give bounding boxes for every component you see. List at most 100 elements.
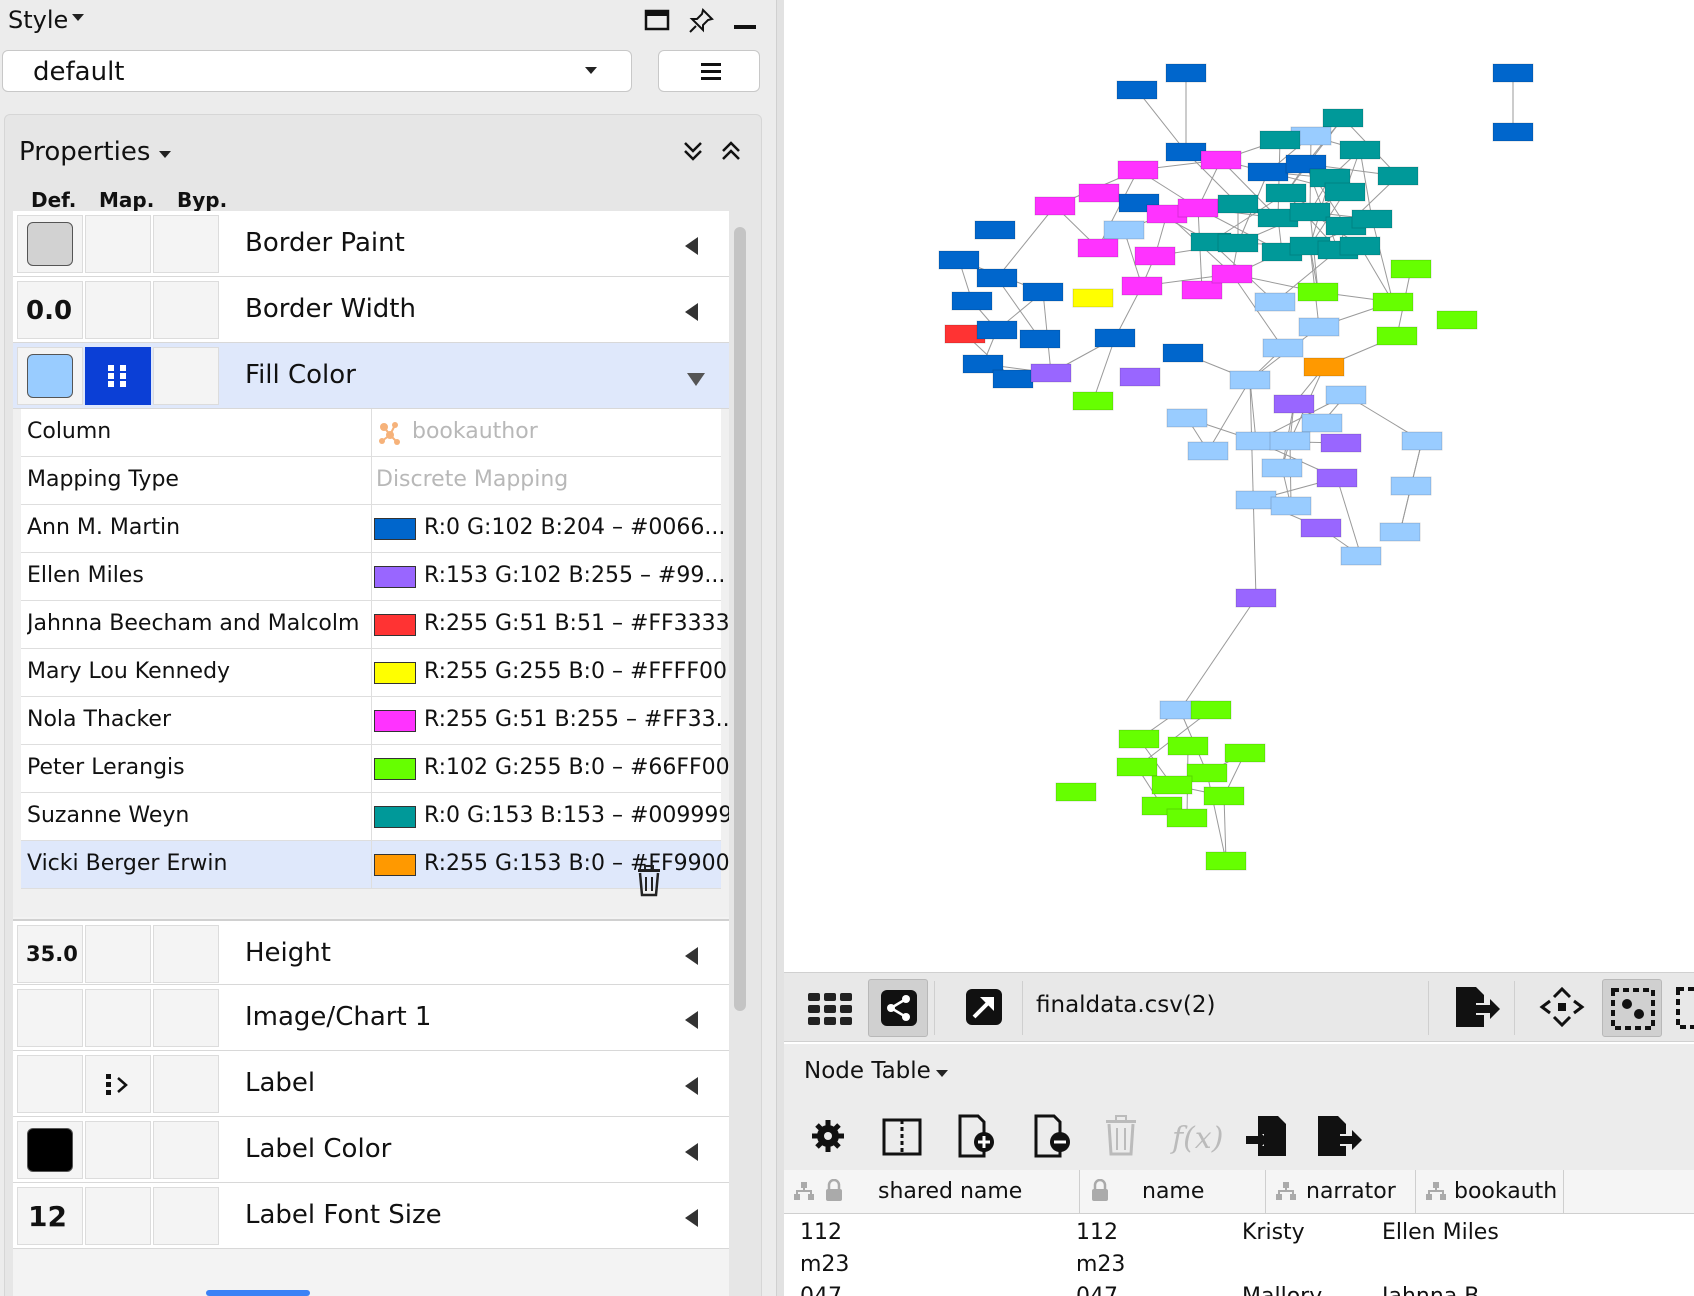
expand-arrow-icon[interactable] <box>685 1143 698 1161</box>
network-node[interactable] <box>1229 370 1271 390</box>
collapse-all-icon[interactable] <box>681 139 705 163</box>
network-node[interactable] <box>1492 63 1534 83</box>
delete-column-button[interactable] <box>1028 1112 1078 1162</box>
network-node[interactable] <box>1034 196 1076 216</box>
property-row-height[interactable]: 35.0 Height <box>13 919 729 985</box>
network-node[interactable] <box>1030 363 1072 383</box>
network-node[interactable] <box>1339 140 1381 160</box>
network-node[interactable] <box>1121 276 1163 296</box>
bypass-cell[interactable] <box>153 1055 219 1113</box>
network-node[interactable] <box>1181 280 1223 300</box>
network-node[interactable] <box>1322 108 1364 128</box>
network-view-button[interactable] <box>868 979 928 1037</box>
network-node[interactable] <box>1166 408 1208 428</box>
network-node[interactable] <box>1265 183 1307 203</box>
network-node[interactable] <box>1301 413 1343 433</box>
network-edge[interactable] <box>1336 477 1362 557</box>
bypass-cell[interactable] <box>153 215 219 273</box>
mapping-entry-value[interactable]: R:255 G:51 B:51 – #FF3333 <box>371 601 729 649</box>
panel-tab-indicator[interactable] <box>206 1290 310 1296</box>
network-node[interactable] <box>1203 786 1245 806</box>
default-value-cell[interactable] <box>17 1121 83 1179</box>
expand-arrow-icon[interactable] <box>685 1011 698 1029</box>
table-cell[interactable]: m23 <box>1076 1252 1125 1277</box>
default-value-cell[interactable]: 12 <box>17 1187 83 1245</box>
network-node[interactable] <box>1151 775 1193 795</box>
mapping-entry-value[interactable]: R:255 G:255 B:0 – #FFFF00 <box>371 649 727 697</box>
network-node[interactable] <box>1377 166 1419 186</box>
network-node[interactable] <box>1269 431 1311 451</box>
minimize-icon[interactable] <box>732 8 758 34</box>
mapping-entry-value[interactable]: R:255 G:51 B:255 – #FF33... <box>371 697 729 745</box>
network-node[interactable] <box>1165 142 1207 162</box>
table-cell[interactable]: m23 <box>800 1252 849 1277</box>
property-row-image-chart[interactable]: Image/Chart 1 <box>13 985 729 1051</box>
mapping-entry-row[interactable]: Jahnna Beecham and Malcolm ... R:255 G:51… <box>21 601 729 649</box>
network-edge[interactable] <box>1179 597 1257 711</box>
network-node[interactable] <box>1217 233 1259 253</box>
network-node[interactable] <box>1055 782 1097 802</box>
network-node[interactable] <box>1224 743 1266 763</box>
network-node[interactable] <box>1324 182 1366 202</box>
network-node[interactable] <box>1303 357 1345 377</box>
mapping-entry-value[interactable]: R:153 G:102 B:255 – #99... <box>371 553 725 601</box>
mapping-cell[interactable] <box>85 347 151 405</box>
property-row-label-color[interactable]: Label Color <box>13 1117 729 1183</box>
trash-icon[interactable] <box>635 865 663 897</box>
network-node[interactable] <box>1177 198 1219 218</box>
network-node[interactable] <box>1379 522 1421 542</box>
default-value-cell[interactable]: 35.0 <box>17 925 83 983</box>
network-node[interactable] <box>1200 150 1242 170</box>
network-node[interactable] <box>1254 292 1296 312</box>
mapping-entry-value[interactable]: R:255 G:153 B:0 – #FF9900 <box>371 841 729 889</box>
network-node[interactable] <box>1273 394 1315 414</box>
network-node[interactable] <box>1492 122 1534 142</box>
property-row-border-width[interactable]: 0.0 Border Width <box>13 277 729 343</box>
column-header-bookauthor[interactable]: bookauth <box>1416 1170 1564 1214</box>
network-node[interactable] <box>1390 476 1432 496</box>
bypass-cell[interactable] <box>153 281 219 339</box>
expand-arrow-icon[interactable] <box>685 237 698 255</box>
properties-menu-caret-icon[interactable] <box>159 151 171 158</box>
expand-all-icon[interactable] <box>719 139 743 163</box>
mapping-column-select[interactable]: bookauthor <box>371 409 721 457</box>
split-pane-divider[interactable] <box>776 0 784 1296</box>
network-node[interactable] <box>976 320 1018 340</box>
expand-arrow-icon[interactable] <box>685 947 698 965</box>
mapping-cell[interactable] <box>85 1121 151 1179</box>
mapping-entry-row[interactable]: Peter Lerangis R:102 G:255 B:0 – #66FF00 <box>21 745 729 793</box>
network-node[interactable] <box>1235 588 1277 608</box>
export-network-button[interactable] <box>1446 979 1506 1037</box>
network-node[interactable] <box>1217 194 1259 214</box>
more-tools-button[interactable] <box>1670 979 1694 1037</box>
network-node[interactable] <box>1190 700 1232 720</box>
table-settings-button[interactable] <box>804 1112 854 1162</box>
property-row-fill-color[interactable]: Fill Color <box>13 343 729 409</box>
bypass-cell[interactable] <box>153 925 219 983</box>
mapping-entry-value[interactable]: R:0 G:102 B:204 – #0066... <box>371 505 725 553</box>
network-node[interactable] <box>1186 763 1228 783</box>
mapping-entry-row[interactable]: Nola Thacker R:255 G:51 B:255 – #FF33... <box>21 697 729 745</box>
network-node[interactable] <box>992 369 1034 389</box>
maximize-icon[interactable] <box>644 8 670 32</box>
network-node[interactable] <box>1134 246 1176 266</box>
network-node[interactable] <box>1372 292 1414 312</box>
network-node[interactable] <box>938 250 980 270</box>
toggle-columns-button[interactable] <box>878 1112 928 1162</box>
table-row[interactable]: m23 m23 <box>784 1250 1694 1282</box>
network-node[interactable] <box>1019 329 1061 349</box>
create-column-button[interactable] <box>952 1112 1002 1162</box>
property-row-label[interactable]: Label <box>13 1051 729 1117</box>
expand-arrow-icon[interactable] <box>685 1077 698 1095</box>
network-node[interactable] <box>1235 490 1277 510</box>
network-node[interactable] <box>1116 80 1158 100</box>
network-node[interactable] <box>1289 202 1331 222</box>
property-row-border-paint[interactable]: Border Paint <box>13 211 729 277</box>
mapping-entry-value[interactable]: R:0 G:153 B:153 – #009999 <box>371 793 729 841</box>
network-node[interactable] <box>1119 367 1161 387</box>
network-node[interactable] <box>1116 757 1158 777</box>
network-node[interactable] <box>1390 259 1432 279</box>
mapping-cell[interactable] <box>85 925 151 983</box>
network-node[interactable] <box>1401 431 1443 451</box>
table-cell[interactable]: Mallory <box>1242 1284 1322 1296</box>
